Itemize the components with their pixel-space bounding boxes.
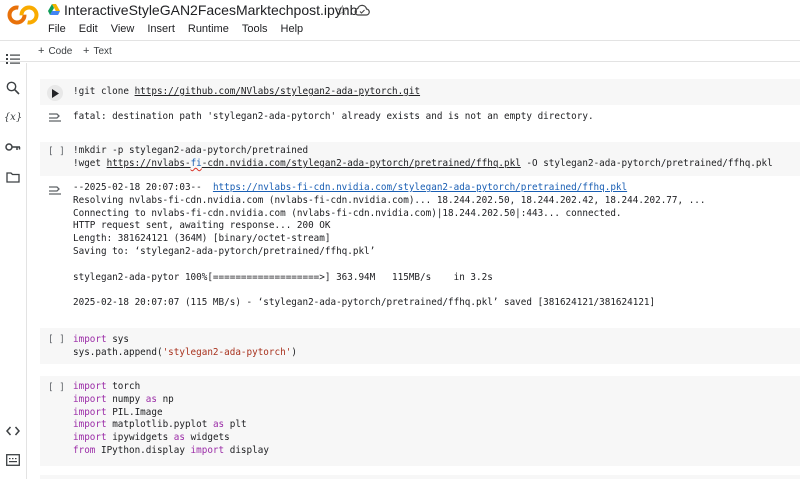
code-line-2-suffix: -O stylegan2-ada-pytorch/pretrained/ffhq…	[520, 157, 773, 169]
code-editor[interactable]: !git clone https://github.com/NVlabs/sty…	[73, 86, 420, 99]
output-line: --2025-02-18 20:07:03--	[73, 182, 213, 193]
play-icon	[52, 88, 59, 98]
output-link[interactable]: https://nvlabs-fi-cdn.nvidia.com/stylega…	[213, 182, 627, 193]
keyword: import	[73, 432, 107, 444]
menu-bar: File Edit View Insert Runtime Tools Help	[48, 22, 316, 36]
code-text: np	[156, 393, 174, 405]
execution-count: [ ]	[48, 382, 65, 393]
cell-output: fatal: destination path 'stylegan2-ada-p…	[73, 111, 594, 122]
keyword: import	[190, 444, 225, 456]
variables-icon[interactable]: {x}	[4, 109, 22, 125]
code-text: PIL.Image	[106, 406, 163, 418]
code-text: torch	[106, 381, 141, 392]
code-line-2-url-c[interactable]: -cdn.nvidia.com/stylegan2-ada-pytorch/pr…	[202, 158, 521, 169]
google-drive-icon	[48, 4, 60, 15]
output-line: Saving to: ‘stylegan2-ada-pytorch/pretra…	[73, 245, 376, 257]
plus-icon: +	[38, 45, 45, 57]
menu-help[interactable]: Help	[281, 22, 304, 36]
code-cell-sys-path[interactable]: [ ] import sys sys.path.append('stylegan…	[40, 328, 800, 364]
app-header: InteractiveStyleGAN2FacesMarktechpost.ip…	[0, 0, 800, 40]
output-line: Connecting to nvlabs-fi-cdn.nvidia.com (…	[73, 207, 622, 219]
cloud-saved-icon[interactable]	[354, 4, 370, 16]
output-line: Length: 381624121 (364M) [binary/octet-s…	[73, 233, 331, 245]
menu-insert[interactable]: Insert	[147, 22, 175, 36]
code-line-2-url-b[interactable]: fi	[191, 158, 202, 169]
output-line: Resolving nvlabs-fi-cdn.nvidia.com (nvla…	[73, 194, 706, 206]
code-text: !git clone	[73, 86, 135, 97]
execution-count: [ ]	[48, 146, 65, 157]
code-text: plt	[224, 419, 247, 431]
menu-runtime[interactable]: Runtime	[188, 22, 229, 36]
key-icon[interactable]	[5, 139, 21, 155]
code-text: matplotlib.pyplot	[106, 419, 213, 431]
code-url[interactable]: https://github.com/NVlabs/stylegan2-ada-…	[135, 86, 420, 97]
code-text: sys	[106, 334, 129, 345]
add-code-cell-button[interactable]: + Code	[38, 45, 72, 57]
code-editor[interactable]: import torch import numpy as np import P…	[73, 381, 269, 458]
code-text: display	[224, 444, 269, 456]
menu-file[interactable]: File	[48, 22, 66, 36]
notebook-toolbar: + Code + Text	[0, 40, 800, 62]
output-line: 2025-02-18 20:07:07 (115 MB/s) - ‘styleg…	[73, 297, 656, 309]
notebook-title[interactable]: InteractiveStyleGAN2FacesMarktechpost.ip…	[64, 2, 357, 18]
keyword: import	[73, 419, 107, 431]
execution-count: [ ]	[48, 334, 65, 345]
code-cell-wget[interactable]: [ ] !mkdir -p stylegan2-ada-pytorch/pret…	[40, 142, 800, 176]
code-text: widgets	[184, 432, 230, 444]
code-text: numpy	[106, 393, 146, 405]
keyword: from	[73, 444, 96, 456]
keyword: import	[73, 406, 107, 418]
folder-icon[interactable]	[5, 169, 21, 185]
run-cell-button[interactable]	[47, 85, 63, 101]
code-cell-next[interactable]	[40, 475, 800, 479]
keyword: as	[212, 419, 225, 431]
star-icon[interactable]: ☆	[336, 2, 349, 18]
code-text: IPython.display	[95, 444, 191, 456]
code-editor[interactable]: import sys sys.path.append('stylegan2-ad…	[73, 334, 297, 360]
add-text-label: Text	[93, 46, 112, 57]
keyword: import	[73, 381, 107, 392]
output-actions-icon[interactable]	[48, 112, 62, 124]
code-text: sys.path.append(	[73, 346, 163, 358]
string-literal: 'stylegan2-ada-pytorch'	[162, 346, 292, 358]
code-editor[interactable]: !mkdir -p stylegan2-ada-pytorch/pretrain…	[73, 145, 773, 171]
add-code-label: Code	[48, 46, 73, 57]
plus-icon: +	[83, 45, 90, 57]
add-text-cell-button[interactable]: + Text	[83, 45, 112, 57]
search-icon[interactable]	[5, 80, 21, 96]
colab-logo[interactable]	[7, 4, 39, 26]
table-of-contents-icon[interactable]	[5, 51, 21, 67]
output-actions-icon[interactable]	[48, 185, 62, 197]
menu-view[interactable]: View	[111, 22, 135, 36]
menu-edit[interactable]: Edit	[79, 22, 98, 36]
code-snippets-icon[interactable]	[5, 423, 21, 439]
keyword: import	[73, 334, 107, 345]
notebook-area: !git clone https://github.com/NVlabs/sty…	[28, 63, 800, 479]
output-progress-line: stylegan2-ada-pytor 100%[===============…	[73, 271, 493, 283]
keyword: as	[173, 432, 185, 444]
keyword: import	[73, 393, 107, 405]
left-sidebar: {x}	[0, 54, 27, 479]
output-line: HTTP request sent, awaiting response... …	[73, 220, 331, 232]
code-text: )	[291, 346, 297, 358]
keyword: as	[145, 393, 157, 405]
menu-tools[interactable]: Tools	[242, 22, 268, 36]
code-cell-git-clone[interactable]: !git clone https://github.com/NVlabs/sty…	[40, 79, 800, 105]
terminal-icon[interactable]	[5, 452, 21, 468]
code-line-1: !mkdir -p stylegan2-ada-pytorch/pretrain…	[73, 145, 309, 156]
code-line-2-prefix: !wget	[73, 157, 107, 169]
cell-output: --2025-02-18 20:07:03-- https://nvlabs-f…	[73, 182, 705, 310]
code-cell-imports[interactable]: [ ] import torch import numpy as np impo…	[40, 376, 800, 466]
code-text: ipywidgets	[106, 432, 174, 444]
code-line-2-url-a[interactable]: https://nvlabs-	[107, 158, 191, 169]
